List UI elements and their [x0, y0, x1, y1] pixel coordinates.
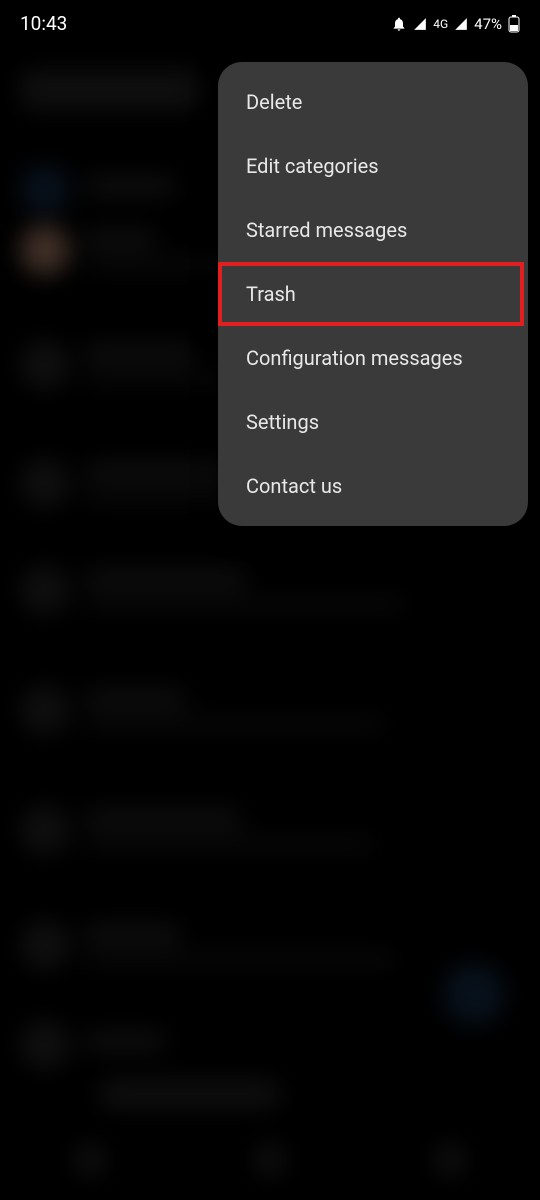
network-type: 4G	[433, 17, 448, 31]
menu-item-configuration-messages[interactable]: Configuration messages	[218, 326, 528, 390]
battery-percent: 47%	[474, 15, 502, 33]
signal-icon	[413, 17, 427, 31]
status-time: 10:43	[20, 12, 67, 35]
menu-item-edit-categories[interactable]: Edit categories	[218, 134, 528, 198]
menu-item-settings[interactable]: Settings	[218, 390, 528, 454]
menu-item-contact-us[interactable]: Contact us	[218, 454, 528, 518]
status-right: 4G 47%	[391, 15, 520, 33]
battery-icon	[508, 15, 520, 33]
overflow-menu: Delete Edit categories Starred messages …	[218, 62, 528, 526]
menu-item-starred-messages[interactable]: Starred messages	[218, 198, 528, 262]
menu-item-delete[interactable]: Delete	[218, 70, 528, 134]
status-bar: 10:43 4G 47%	[0, 0, 540, 47]
menu-item-trash[interactable]: Trash	[218, 262, 528, 326]
signal-icon-2	[454, 17, 468, 31]
alarm-icon	[391, 16, 407, 32]
